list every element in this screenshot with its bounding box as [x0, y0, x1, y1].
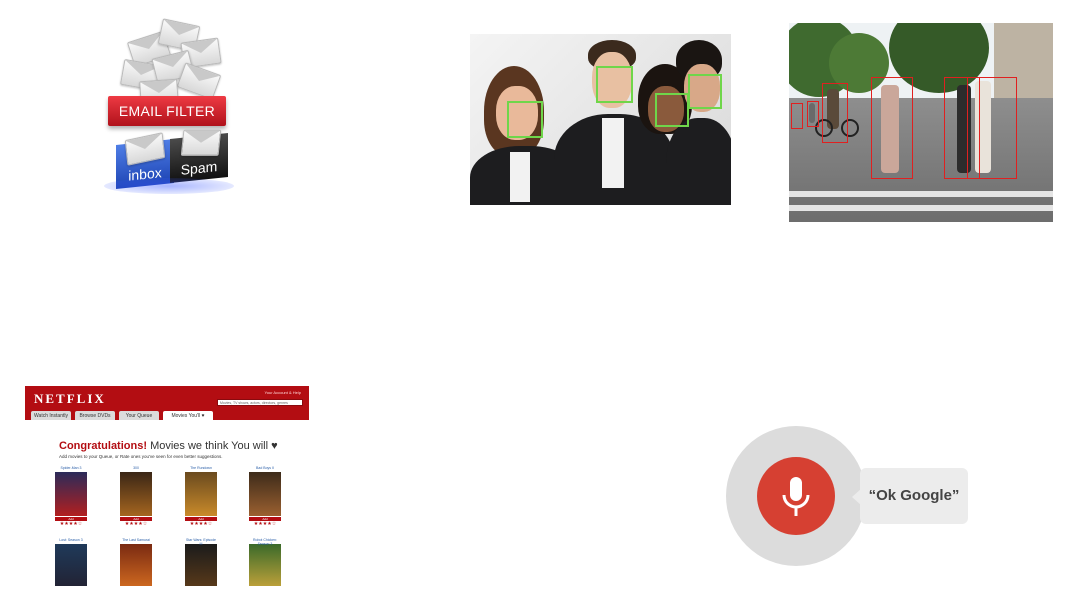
pedestrian-detection-box [822, 83, 848, 143]
movie-title[interactable]: The Last Samurai [120, 538, 152, 543]
microphone-button[interactable] [757, 457, 835, 535]
spam-tray: Spam [170, 129, 228, 184]
movie-title[interactable]: Bad Boys II [249, 466, 281, 471]
face-detection-box [507, 101, 543, 138]
envelope-icon [180, 129, 222, 156]
movie-poster[interactable] [249, 544, 281, 586]
movie-card[interactable]: 300 Add ★★★★☆ [120, 466, 152, 527]
face-detection-box [688, 74, 722, 109]
spam-label: Spam [180, 158, 218, 178]
email-filter-label: EMAIL FILTER [118, 103, 216, 119]
face-detection-box [655, 93, 689, 127]
movie-card[interactable]: The Last Samurai [120, 538, 152, 586]
movie-card[interactable]: Lost: Season 3 [55, 538, 87, 586]
pedestrian-detection-box [807, 101, 819, 127]
movie-title[interactable]: Spider-Man 3 [55, 466, 87, 471]
tray-glow [104, 178, 234, 194]
face-detection-photo [470, 34, 731, 205]
movie-poster[interactable] [185, 544, 217, 586]
page-subtitle: Add movies to your Queue, or Rate ones y… [59, 454, 223, 459]
movie-poster[interactable] [120, 544, 152, 586]
movie-poster[interactable] [185, 472, 217, 516]
star-rating[interactable]: ★★★★☆ [249, 521, 281, 527]
movie-card[interactable]: Robot Chicken: Season 3 [249, 538, 281, 586]
heading-rest: Movies we think You will ♥ [150, 440, 278, 452]
movie-card[interactable]: Star Wars: Episode III [185, 538, 217, 586]
star-rating[interactable]: ★★★★☆ [55, 521, 87, 527]
person-suit [666, 118, 731, 205]
movie-poster[interactable] [120, 472, 152, 516]
search-input[interactable]: Movies, TV shows, actors, directors, gen… [217, 399, 303, 406]
crosswalk-line [789, 191, 1053, 197]
face-detection-box [596, 66, 633, 103]
heading-strong: Congratulations! [59, 440, 147, 452]
movie-card[interactable]: Bad Boys II Add ★★★★☆ [249, 466, 281, 527]
netflix-content: Congratulations! Movies we think You wil… [25, 420, 309, 586]
person-shirt [510, 152, 530, 202]
movie-poster[interactable] [55, 544, 87, 586]
netflix-nav: Watch Instantly Browse DVDs Your Queue M… [25, 409, 309, 422]
netflix-logo[interactable]: NETFLIX [34, 391, 106, 407]
star-rating[interactable]: ★★★★☆ [120, 521, 152, 527]
person-shirt [602, 118, 624, 188]
ok-google-voice-prompt: “Ok Google” [718, 420, 978, 580]
pedestrian-detection-box [871, 77, 913, 179]
pedestrian-detection-photo [789, 23, 1053, 222]
microphone-icon [782, 477, 810, 516]
netflix-recommendations-screenshot: NETFLIX Your Account & Help Movies, TV s… [25, 386, 309, 586]
movie-title[interactable]: Star Wars: Episode III [185, 538, 217, 546]
crosswalk-line [789, 205, 1053, 211]
account-help-link[interactable]: Your Account & Help [264, 390, 301, 395]
movie-card[interactable]: The Rundown Add ★★★★☆ [185, 466, 217, 527]
ok-google-text: “Ok Google” [868, 487, 960, 504]
email-filter-bar: EMAIL FILTER [108, 96, 226, 126]
movie-title[interactable]: Robot Chicken: Season 3 [249, 538, 281, 546]
movie-card[interactable]: Spider-Man 3 Add ★★★★☆ [55, 466, 87, 527]
movie-poster[interactable] [249, 472, 281, 516]
envelope-icon [176, 62, 222, 100]
pedestrian-detection-box [967, 77, 1017, 179]
envelope-icon [124, 132, 166, 166]
page-title: Congratulations! Movies we think You wil… [59, 440, 278, 452]
star-rating[interactable]: ★★★★☆ [185, 521, 217, 527]
movie-title[interactable]: Lost: Season 3 [55, 538, 87, 543]
pedestrian-detection-box [791, 103, 803, 129]
movie-title[interactable]: 300 [120, 466, 152, 471]
email-filter-illustration: EMAIL FILTER inbox Spam [100, 18, 250, 198]
movie-poster[interactable] [55, 472, 87, 516]
movie-title[interactable]: The Rundown [185, 466, 217, 471]
